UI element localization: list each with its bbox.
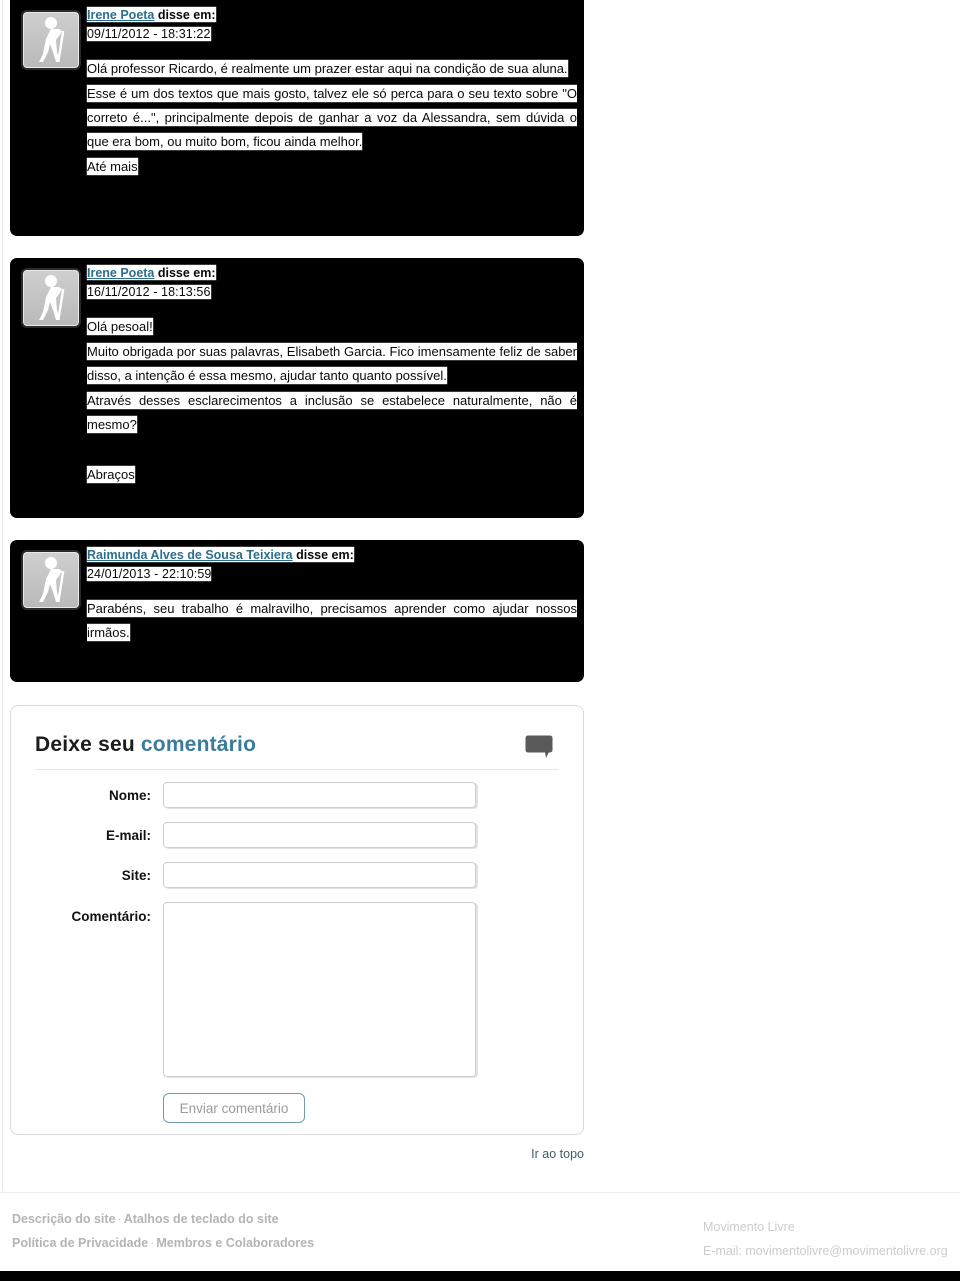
footer-separator: · xyxy=(117,1212,122,1226)
comment-said-label: disse em: xyxy=(157,8,216,22)
page-bottom-bar xyxy=(0,1271,960,1281)
form-title-accent: comentário xyxy=(140,733,257,756)
form-title-plain: Deixe seu xyxy=(35,733,141,756)
comment-item: Raimunda Alves de Sousa Teixiera disse e… xyxy=(10,540,584,682)
footer-org-name: Movimento Livre xyxy=(703,1220,795,1234)
comment-form-header: Deixe seu comentário xyxy=(35,733,559,770)
comentario-textarea[interactable] xyxy=(163,902,476,1077)
label-comentario: Comentário: xyxy=(71,909,151,924)
site-input[interactable] xyxy=(163,862,476,888)
comment-text: Parabéns, seu trabalho é malravilho, pre… xyxy=(87,597,577,645)
footer-org-info: Movimento Livre E-mail: movimentolivre@m… xyxy=(703,1215,948,1263)
footer-links: Descrição do site · Atalhos de teclado do … xyxy=(12,1207,314,1255)
content-container-rail xyxy=(2,0,3,1191)
comment-meta: Irene Poeta disse em: 16/11/2012 - 18:13… xyxy=(87,265,584,299)
to-top-row: Ir ao topo xyxy=(10,1147,584,1161)
footer-link-descricao-do-site[interactable]: Descrição do site xyxy=(12,1212,116,1226)
label-email: E-mail: xyxy=(105,828,151,843)
enviar-comentario-button[interactable]: Enviar comentário xyxy=(163,1093,305,1123)
ir-ao-topo-link[interactable]: Ir ao topo xyxy=(531,1147,584,1161)
nome-input[interactable] xyxy=(163,782,476,808)
footer-link-membros-e-colaboradores[interactable]: Membros e Colaboradores xyxy=(156,1236,314,1250)
page-root: Irene Poeta disse em: 09/11/2012 - 18:31… xyxy=(0,0,960,1281)
submit-row: Enviar comentário xyxy=(163,1093,583,1123)
comment-form-card: Deixe seu comentário Nome: E-mail: Site:… xyxy=(10,705,584,1135)
comment-paragraph: Através desses esclarecimentos a inclusã… xyxy=(87,392,577,433)
footer-link-politica-de-privacidade[interactable]: Política de Privacidade xyxy=(12,1236,148,1250)
comment-item: Irene Poeta disse em: 16/11/2012 - 18:13… xyxy=(10,258,584,518)
comment-body: Raimunda Alves de Sousa Teixiera disse e… xyxy=(87,540,584,666)
avatar xyxy=(21,10,81,70)
comment-author-link[interactable]: Irene Poeta xyxy=(87,266,154,280)
footer-org-email[interactable]: E-mail: movimentolivre@movimentolivre.or… xyxy=(703,1239,948,1263)
field-row-comentario: Comentário: xyxy=(11,902,583,1077)
field-row-site: Site: xyxy=(11,862,583,890)
site-footer: Descrição do site · Atalhos de teclado do … xyxy=(0,1193,960,1270)
avatar xyxy=(21,268,81,328)
comment-said-label: disse em: xyxy=(296,548,354,562)
avatar xyxy=(21,550,81,610)
footer-links-row-1: Descrição do site · Atalhos de teclado do … xyxy=(12,1207,314,1231)
comment-paragraph: Olá pesoal! xyxy=(87,318,153,335)
label-site: Site: xyxy=(121,868,151,883)
label-nome: Nome: xyxy=(108,788,151,803)
comment-paragraph: Abraços xyxy=(87,466,135,483)
email-input[interactable] xyxy=(163,822,476,848)
comment-body: Irene Poeta disse em: 16/11/2012 - 18:13… xyxy=(87,258,584,508)
comment-paragraph: Muito obrigada por suas palavras, Elisab… xyxy=(87,343,577,384)
comment-item: Irene Poeta disse em: 09/11/2012 - 18:31… xyxy=(10,0,584,236)
comment-paragraph: Até mais xyxy=(87,158,138,175)
comment-said-label: disse em: xyxy=(157,266,216,280)
comment-paragraph: Parabéns, seu trabalho é malravilho, pre… xyxy=(87,600,577,641)
comment-paragraph: Esse é um dos textos que mais gosto, tal… xyxy=(87,85,577,150)
footer-link-atalhos-de-teclado[interactable]: Atalhos de teclado do site xyxy=(124,1212,279,1226)
comment-text: Olá professor Ricardo, é realmente um pr… xyxy=(87,57,577,179)
comment-meta: Irene Poeta disse em: 09/11/2012 - 18:31… xyxy=(87,7,584,41)
speech-bubble-icon xyxy=(525,735,555,758)
field-row-nome: Nome: xyxy=(11,782,583,810)
comment-paragraph: Olá professor Ricardo, é realmente um pr… xyxy=(87,60,568,77)
footer-links-row-2: Política de Privacidade · Membros e Colabo… xyxy=(12,1231,314,1255)
comment-author-link[interactable]: Irene Poeta xyxy=(87,8,154,22)
comment-body: Irene Poeta disse em: 09/11/2012 - 18:31… xyxy=(87,0,584,200)
comment-timestamp: 24/01/2013 - 22:10:59 xyxy=(87,566,212,581)
field-row-email: E-mail: xyxy=(11,822,583,850)
comment-form-title: Deixe seu comentário xyxy=(35,733,256,756)
comment-timestamp: 16/11/2012 - 18:13:56 xyxy=(87,284,211,299)
comment-timestamp: 09/11/2012 - 18:31:22 xyxy=(87,26,211,41)
comment-list: Irene Poeta disse em: 09/11/2012 - 18:31… xyxy=(10,0,584,704)
comment-text: Olá pesoal! Muito obrigada por suas pala… xyxy=(87,315,577,487)
comment-meta: Raimunda Alves de Sousa Teixiera disse e… xyxy=(87,547,584,581)
comment-author-link[interactable]: Raimunda Alves de Sousa Teixiera xyxy=(87,548,293,562)
